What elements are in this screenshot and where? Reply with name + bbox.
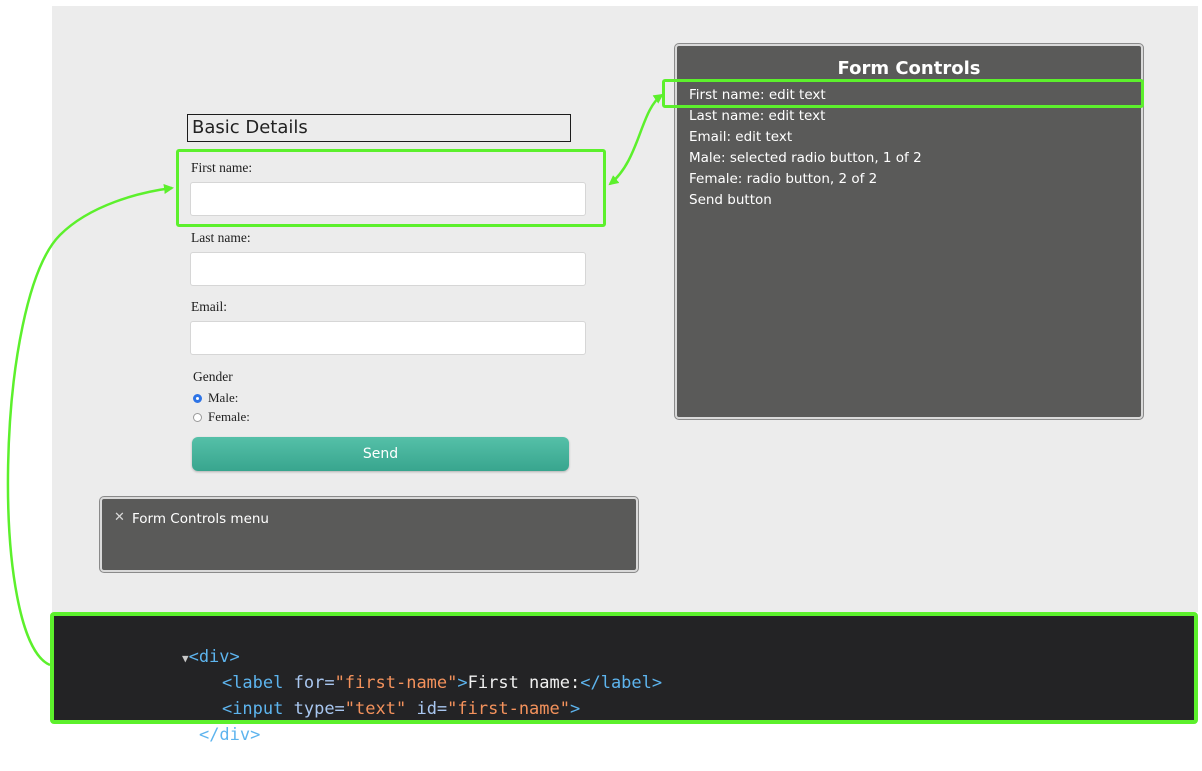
code-attr: id= xyxy=(406,699,448,719)
code-tag: </label> xyxy=(580,673,663,693)
radio-male-label: Male: xyxy=(208,390,239,405)
radio-unchecked-icon[interactable] xyxy=(193,412,202,422)
menu-title: Form Controls menu xyxy=(132,511,269,527)
send-button[interactable]: Send xyxy=(192,437,569,471)
rotor-item-female[interactable]: Female: radio button, 2 of 2 xyxy=(689,169,922,190)
code-attr: type= xyxy=(283,699,345,719)
form-legend: Basic Details xyxy=(187,114,571,142)
rotor-item-send[interactable]: Send button xyxy=(689,190,922,211)
gender-label: Gender xyxy=(193,369,233,384)
code-line-div-close: </div> xyxy=(158,699,260,771)
close-icon[interactable]: ✕ xyxy=(114,510,125,525)
first-name-highlight xyxy=(176,149,606,227)
email-input[interactable] xyxy=(190,321,586,355)
radio-female[interactable]: Female: xyxy=(193,409,250,425)
code-string: "text" xyxy=(344,699,407,719)
radio-checked-icon[interactable] xyxy=(193,393,202,403)
rotor-item-male[interactable]: Male: selected radio button, 1 of 2 xyxy=(689,148,922,169)
rotor-title: Form Controls xyxy=(837,58,981,79)
email-label: Email: xyxy=(191,299,227,314)
last-name-input[interactable] xyxy=(190,252,586,286)
form-controls-menu: ✕ Form Controls menu xyxy=(100,497,638,572)
radio-male[interactable]: Male: xyxy=(193,390,238,406)
rotor-item-email[interactable]: Email: edit text xyxy=(689,127,922,148)
rotor-item-last-name[interactable]: Last name: edit text xyxy=(689,106,922,127)
last-name-label: Last name: xyxy=(191,230,251,245)
code-panel: ▼<div> <label for="first-name">First nam… xyxy=(50,612,1198,745)
code-tag: > xyxy=(570,699,581,719)
code-tag: </div> xyxy=(198,725,261,745)
rotor-first-name-highlight xyxy=(662,79,1144,108)
radio-female-label: Female: xyxy=(208,409,250,424)
code-string: "first-name" xyxy=(447,699,570,719)
